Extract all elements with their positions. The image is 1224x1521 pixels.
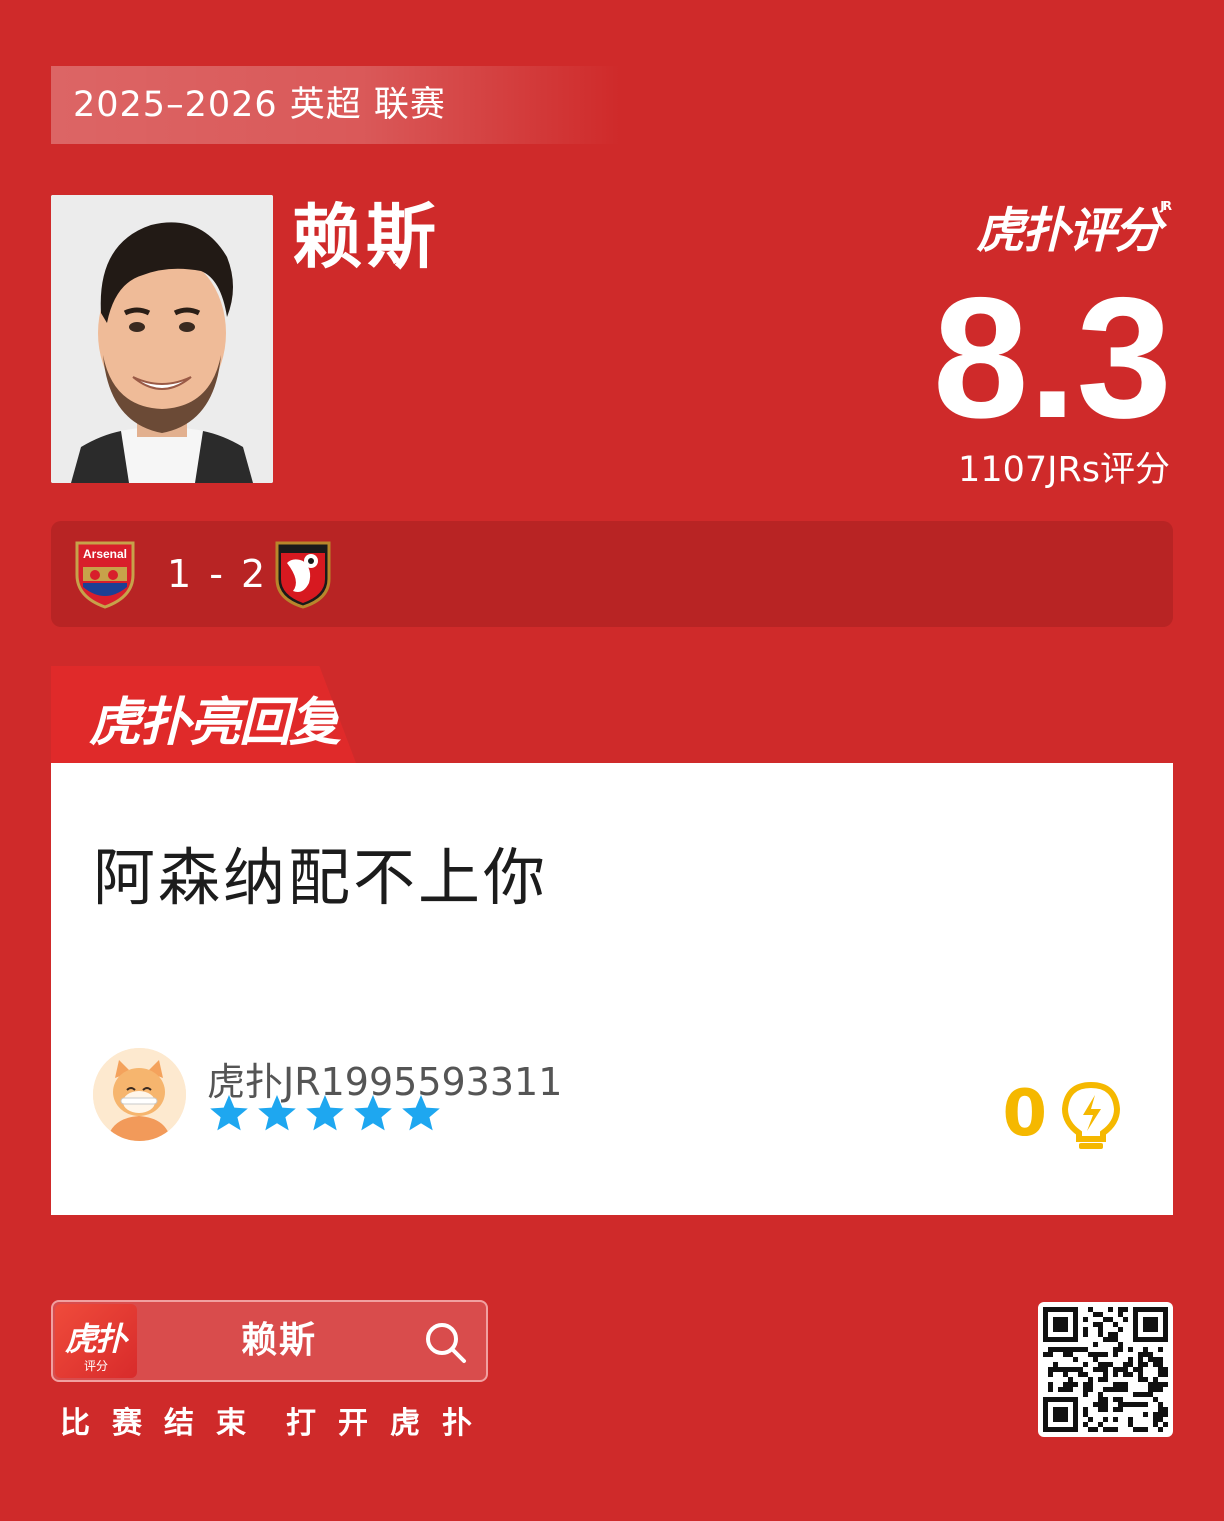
hupu-app-icon: 虎扑 评分 (55, 1304, 137, 1378)
match-score: 1 - 2 (167, 552, 269, 596)
like-count: 0 (1002, 1077, 1047, 1151)
star-icon (210, 1095, 248, 1131)
highlight-reply-card[interactable]: 阿森纳配不上你 虎扑JR1995593311 0 (51, 763, 1173, 1215)
hupu-rating-logo-text: 虎扑评分 (976, 203, 1162, 259)
season-banner: 2025–2026 英超 联赛 (51, 66, 621, 144)
player-photo (51, 195, 273, 483)
footer-caption: 比赛结束 打开虎扑 (60, 1398, 512, 1442)
star-icon (402, 1095, 440, 1131)
qr-code (1038, 1302, 1173, 1437)
app-icon-title: 虎扑 (65, 1320, 127, 1358)
star-icon (306, 1095, 344, 1131)
player-portrait-image (51, 195, 273, 483)
search-query-text[interactable]: 赖斯 (241, 1302, 317, 1380)
highlight-reply-tab-label: 虎扑亮回复JR (89, 680, 351, 755)
hupu-rating-logo: 虎扑评分JR (976, 196, 1172, 261)
lightbulb-icon[interactable] (1059, 1081, 1123, 1157)
match-ended-label: 比赛结束 (60, 1406, 268, 1441)
bournemouth-crest-icon (273, 539, 333, 613)
star-icon (354, 1095, 392, 1131)
search-bar[interactable]: 虎扑 评分 赖斯 (51, 1300, 488, 1382)
search-icon[interactable] (424, 1321, 468, 1369)
app-icon-subtitle: 评分 (83, 1359, 108, 1373)
highlight-reply-tab-sup: JR (339, 692, 351, 707)
arsenal-crest-icon: Arsenal (73, 539, 137, 613)
highlight-reply-tab-text: 虎扑亮回复 (89, 693, 341, 753)
user-avatar[interactable] (93, 1048, 186, 1141)
player-name: 赖斯 (292, 196, 440, 278)
match-score-bar[interactable]: Arsenal 1 - 2 (51, 521, 1173, 627)
open-hupu-label: 打开虎扑 (286, 1406, 494, 1441)
arsenal-crest-label: Arsenal (83, 547, 127, 561)
user-rating-stars (210, 1095, 440, 1131)
hupu-rating-logo-sup: JR (1160, 199, 1172, 213)
highlight-reply-tab: 虎扑亮回复JR (51, 666, 356, 763)
reply-comment-text: 阿森纳配不上你 (93, 841, 549, 914)
rating-score: 8.3 (932, 262, 1172, 454)
star-icon (258, 1095, 296, 1131)
rating-vote-count: 1107JRs评分 (958, 450, 1170, 490)
